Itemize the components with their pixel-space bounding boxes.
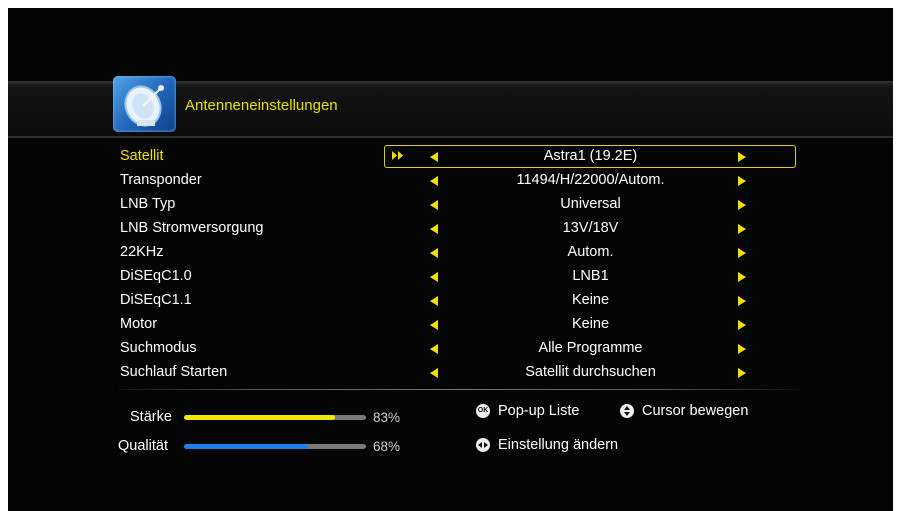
arrow-right-icon[interactable] <box>738 224 746 234</box>
arrow-left-icon[interactable] <box>430 200 438 210</box>
arrow-left-icon[interactable] <box>430 224 438 234</box>
setting-row-22khz[interactable]: 22KHz Autom. <box>8 241 893 265</box>
quality-label: Qualität <box>118 438 168 454</box>
page-title: Antenneneinstellungen <box>185 97 338 114</box>
setting-value: 13V/18V <box>562 220 619 236</box>
divider <box>118 389 798 390</box>
setting-label: Suchlauf Starten <box>120 364 228 380</box>
setting-value: Astra1 (19.2E) <box>543 148 638 164</box>
setting-label: Motor <box>120 316 158 332</box>
setting-row-lnb-stromversorgung[interactable]: LNB Stromversorgung 13V/18V <box>8 217 893 241</box>
arrow-left-icon[interactable] <box>430 176 438 186</box>
setting-row-lnb-typ[interactable]: LNB Typ Universal <box>8 193 893 217</box>
hint-cursor-move: Cursor bewegen <box>642 403 749 419</box>
setting-row-suchlauf-starten[interactable]: Suchlauf Starten Satellit durchsuchen <box>8 361 893 385</box>
setting-label: DiSEqC1.1 <box>120 292 192 308</box>
setting-row-transponder[interactable]: Transponder 11494/H/22000/Autom. <box>8 169 893 193</box>
setting-row-satellit[interactable]: Satellit Astra1 (19.2E) <box>8 145 893 169</box>
arrow-right-icon[interactable] <box>738 176 746 186</box>
hint-popup-list: Pop-up Liste <box>498 403 580 419</box>
setting-label: Transponder <box>120 172 202 188</box>
hint-change-setting: Einstellung ändern <box>498 437 619 453</box>
setting-value: Keine <box>571 292 610 308</box>
tv-screen: Antenneneinstellungen Satellit Astra1 (1… <box>8 8 893 511</box>
setting-value: Keine <box>571 316 610 332</box>
arrow-left-icon[interactable] <box>430 296 438 306</box>
arrow-right-icon[interactable] <box>738 296 746 306</box>
setting-label: Suchmodus <box>120 340 197 356</box>
arrow-right-icon[interactable] <box>738 272 746 282</box>
arrow-left-icon[interactable] <box>430 344 438 354</box>
setting-label: Satellit <box>120 148 164 164</box>
setting-value: Satellit durchsuchen <box>525 364 656 380</box>
quality-bar <box>184 444 366 449</box>
arrow-left-icon[interactable] <box>430 320 438 330</box>
arrow-left-icon[interactable] <box>430 152 438 162</box>
arrow-left-icon[interactable] <box>430 248 438 258</box>
setting-value: Universal <box>560 196 621 212</box>
ok-button-icon: OK <box>476 404 490 418</box>
setting-row-motor[interactable]: Motor Keine <box>8 313 893 337</box>
arrow-right-icon[interactable] <box>738 320 746 330</box>
setting-value: Autom. <box>567 244 614 260</box>
arrow-left-icon[interactable] <box>430 272 438 282</box>
setting-value: 11494/H/22000/Autom. <box>516 172 665 188</box>
cursor-updown-icon <box>620 404 634 418</box>
strength-bar <box>184 415 366 420</box>
quality-bar-fill <box>184 444 308 449</box>
arrow-left-icon[interactable] <box>430 368 438 378</box>
cursor-leftright-icon <box>476 438 490 452</box>
arrow-right-icon[interactable] <box>738 248 746 258</box>
setting-value: LNB1 <box>572 268 609 284</box>
setting-label: DiSEqC1.0 <box>120 268 192 284</box>
strength-bar-fill <box>184 415 336 420</box>
setting-label: 22KHz <box>120 244 164 260</box>
arrow-right-icon[interactable] <box>738 200 746 210</box>
arrow-right-icon[interactable] <box>738 152 746 162</box>
setting-row-diseqc10[interactable]: DiSEqC1.0 LNB1 <box>8 265 893 289</box>
setting-row-diseqc11[interactable]: DiSEqC1.1 Keine <box>8 289 893 313</box>
strength-value: 83% <box>373 410 401 425</box>
setting-row-suchmodus[interactable]: Suchmodus Alle Programme <box>8 337 893 361</box>
setting-value: Alle Programme <box>538 340 643 356</box>
fast-forward-icon <box>392 151 403 160</box>
setting-label: LNB Stromversorgung <box>120 220 264 236</box>
arrow-right-icon[interactable] <box>738 344 746 354</box>
quality-value: 68% <box>373 439 401 454</box>
strength-label: Stärke <box>130 409 172 425</box>
satellite-dish-icon <box>113 76 176 132</box>
setting-label: LNB Typ <box>120 196 176 212</box>
arrow-right-icon[interactable] <box>738 368 746 378</box>
